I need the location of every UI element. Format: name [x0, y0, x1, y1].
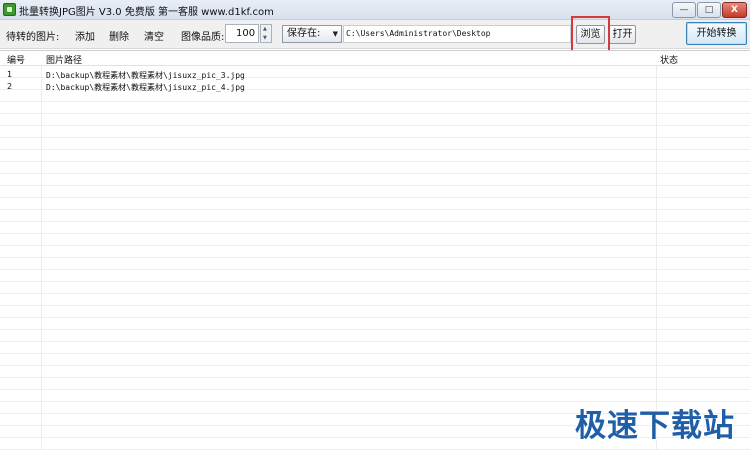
- row-number: 2: [7, 82, 13, 91]
- column-divider: [41, 51, 42, 450]
- row-path: D:\backup\教程素材\教程素材\jisuxz_pic_4.jpg: [46, 83, 245, 92]
- save-location-select[interactable]: 保存在: ▼: [282, 25, 342, 43]
- table-row[interactable]: 1 D:\backup\教程素材\教程素材\jisuxz_pic_3.jpg: [0, 69, 750, 81]
- table-header: 编号 图片路径 状态: [0, 51, 750, 66]
- site-watermark: 极速下载站: [575, 408, 735, 444]
- delete-button[interactable]: 删除: [109, 28, 129, 43]
- app-icon: [3, 3, 16, 16]
- header-image-path[interactable]: 图片路径: [46, 53, 82, 66]
- spinner-down-icon[interactable]: ▼: [263, 35, 267, 41]
- table-grid: [0, 66, 750, 450]
- maximize-button[interactable]: □: [697, 2, 721, 18]
- browse-highlight-box: [571, 16, 610, 54]
- column-divider: [656, 51, 657, 450]
- quality-label: 图像品质:: [181, 32, 225, 43]
- header-status[interactable]: 状态: [660, 53, 678, 66]
- spinner-up-icon[interactable]: ▲: [263, 26, 267, 32]
- header-number[interactable]: 编号: [7, 53, 25, 66]
- clear-button[interactable]: 清空: [144, 28, 164, 43]
- quality-spinner[interactable]: ▲ ▼: [260, 24, 272, 43]
- table-row[interactable]: 2 D:\backup\教程素材\教程素材\jisuxz_pic_4.jpg: [0, 81, 750, 93]
- open-button[interactable]: 打开: [609, 25, 636, 44]
- save-location-label: 保存在:: [287, 28, 321, 39]
- save-path-input[interactable]: C:\Users\Administrator\Desktop: [343, 25, 571, 43]
- minimize-button[interactable]: —: [672, 2, 696, 18]
- image-list-table[interactable]: 编号 图片路径 状态 1 D:\backup\教程素材\教程素材\jisuxz_…: [0, 50, 750, 450]
- close-button[interactable]: X: [722, 2, 747, 18]
- toolbar: 待转的图片: 添加 删除 清空 图像品质: 100 ▲ ▼ 保存在: ▼ C:\…: [0, 20, 750, 49]
- quality-input[interactable]: 100: [225, 24, 259, 43]
- start-convert-button[interactable]: 开始转换: [686, 22, 747, 45]
- row-number: 1: [7, 70, 13, 79]
- chevron-down-icon: ▼: [332, 30, 338, 38]
- add-button[interactable]: 添加: [75, 28, 95, 43]
- row-path: D:\backup\教程素材\教程素材\jisuxz_pic_3.jpg: [46, 71, 245, 80]
- pending-images-label: 待转的图片:: [6, 32, 60, 43]
- window-title: 批量转换JPG图片 V3.0 免费版 第一客服 www.d1kf.com: [19, 7, 274, 18]
- title-bar: 批量转换JPG图片 V3.0 免费版 第一客服 www.d1kf.com — □…: [0, 0, 750, 20]
